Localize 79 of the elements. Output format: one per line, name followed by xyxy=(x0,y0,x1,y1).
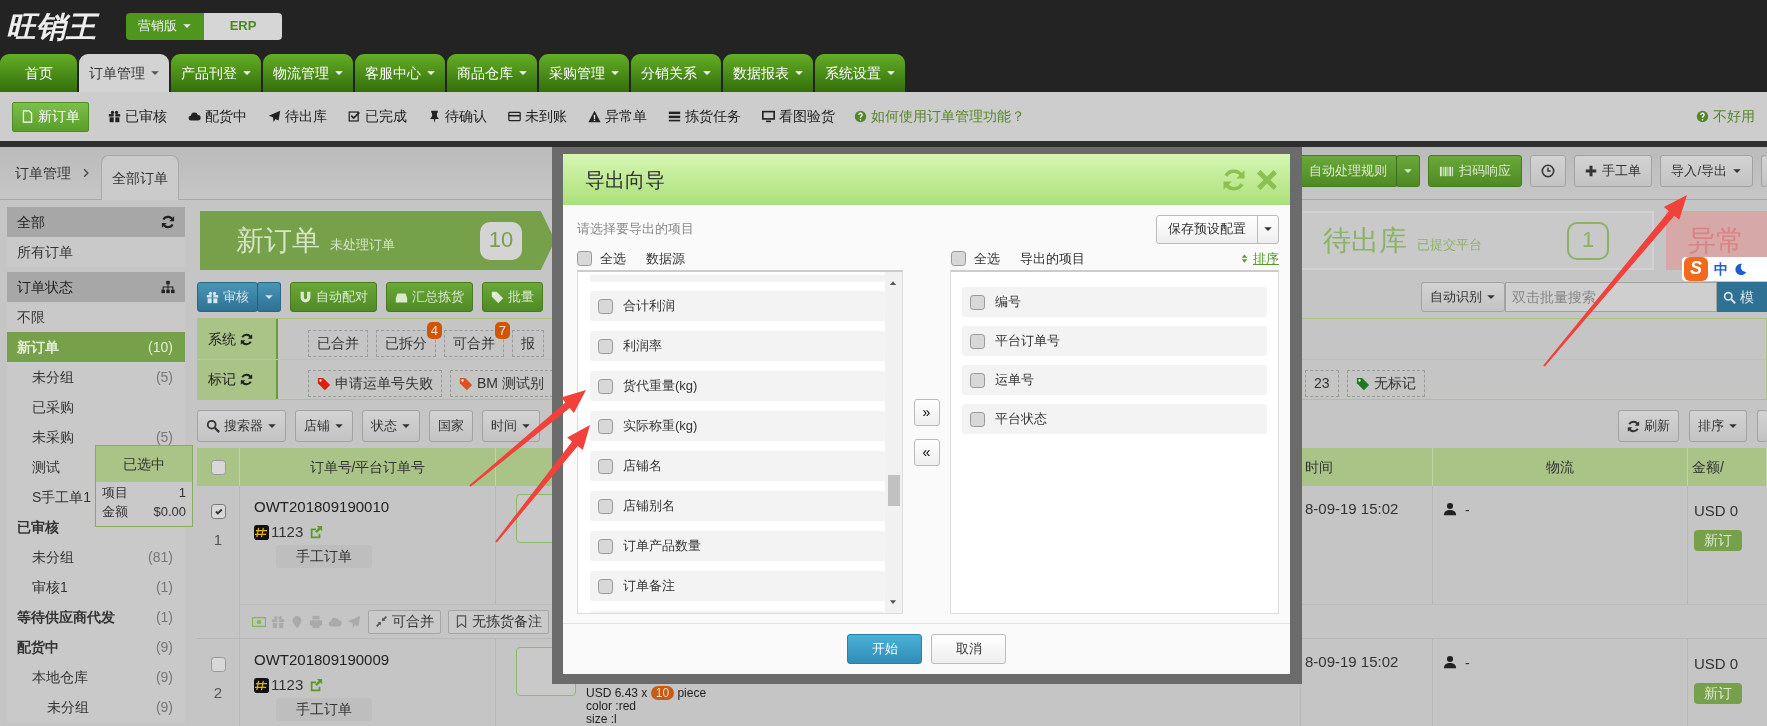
item-label: 店铺名 xyxy=(623,458,662,474)
item-label: 所有订单 xyxy=(17,243,73,261)
filter-name: 系统 xyxy=(208,330,236,348)
item-label: 未分组 xyxy=(32,368,74,386)
item-label: 不限 xyxy=(17,308,45,326)
count-badge: 4 xyxy=(426,321,442,340)
item-label: 未采购 xyxy=(32,428,74,446)
item-count: (1) xyxy=(155,578,173,596)
popup-title: 已选中 xyxy=(96,446,192,482)
item-count: (9) xyxy=(155,698,173,716)
item-label: 新订单 xyxy=(17,338,59,356)
order-number: OWT201809190010 xyxy=(254,498,391,516)
product-attribute: size :l xyxy=(586,713,618,726)
item-label: 合计利润 xyxy=(623,298,675,314)
dialog-hint: 请选择要导出的项目 xyxy=(577,221,694,237)
item-label: 货代重量(kg) xyxy=(623,378,698,394)
status-badge: 新订 xyxy=(1694,683,1742,704)
count-badge: 7 xyxy=(494,321,510,340)
table-cell: - xyxy=(1465,655,1470,672)
item-count: (5) xyxy=(155,368,173,386)
product-attribute: color :red xyxy=(586,700,638,713)
item-label: 已采购 xyxy=(32,398,74,416)
product-price: USD 6.43 x 10 piece xyxy=(586,687,707,700)
item-label: S手工单1 xyxy=(32,488,92,506)
amount-text: USD 0 xyxy=(1694,502,1740,520)
dialog-title: 导出向导 xyxy=(585,167,665,192)
order-number: OWT201809190009 xyxy=(254,651,391,669)
item-label: 编号 xyxy=(995,294,1022,310)
source-label: 手工订单 xyxy=(276,545,372,568)
item-label: 订单产品数量 xyxy=(623,538,701,554)
filter-name: 标记 xyxy=(208,371,236,388)
amount-text: USD 0 xyxy=(1694,655,1740,673)
status-badge: 新订 xyxy=(1694,530,1742,551)
item-label: 等待供应商代发 xyxy=(17,608,115,626)
status-subtitle: 未处理订单 xyxy=(330,236,395,253)
item-label: 配货中 xyxy=(17,638,59,656)
item-label: 实际称重(kg) xyxy=(623,418,698,434)
source-label: 手工订单 xyxy=(276,698,372,721)
popup-label: 项目 xyxy=(102,485,128,501)
logo: 旺销王 xyxy=(6,9,114,45)
list-title: 数据源 xyxy=(646,250,685,267)
column-header: 物流 xyxy=(1433,448,1688,486)
status-count: 1 xyxy=(1567,221,1609,260)
status-title: 新订单 xyxy=(236,223,320,258)
item-label: 订单备注 xyxy=(623,578,675,594)
status-count: 10 xyxy=(480,221,522,260)
item-count: (81) xyxy=(148,548,173,566)
column-header: 金额/ xyxy=(1688,448,1767,486)
row-number: 2 xyxy=(213,684,223,702)
ime-logo: S xyxy=(1684,257,1708,281)
item-label: 平台订单号 xyxy=(995,333,1061,349)
item-count: (9) xyxy=(155,638,173,656)
item-label: 已审核 xyxy=(17,518,59,536)
list-title: 导出的项目 xyxy=(1020,250,1085,267)
item-count: (10) xyxy=(148,338,173,356)
item-label: 未分组 xyxy=(47,698,89,716)
quantity-badge: 10 xyxy=(650,686,675,700)
item-label: 测试 xyxy=(32,458,60,476)
popup-value: 1 xyxy=(178,485,186,501)
status-subtitle: 已提交平台 xyxy=(1417,236,1482,253)
item-count: (5) xyxy=(155,428,173,446)
platform-order-number: 1123 xyxy=(271,676,304,694)
table-cell: - xyxy=(1465,502,1470,519)
item-label: 平台状态 xyxy=(995,411,1048,427)
item-label: 未分组 xyxy=(32,548,74,566)
item-label: 运单号 xyxy=(995,372,1035,388)
row-number: 1 xyxy=(213,531,223,549)
item-label: 本地仓库 xyxy=(32,668,88,686)
platform-order-number: 1123 xyxy=(271,523,304,541)
select-all-label: 全选 xyxy=(600,250,626,267)
select-all-label: 全选 xyxy=(974,250,1000,267)
item-label: 店铺别名 xyxy=(623,498,675,514)
item-label: 审核1 xyxy=(32,578,68,596)
section-title: 全部 xyxy=(17,213,45,231)
item-label: 利润率 xyxy=(623,338,662,354)
status-title: 待出库 xyxy=(1323,223,1407,258)
item-count: (1) xyxy=(155,608,173,626)
section-title: 订单状态 xyxy=(17,278,73,296)
item-count: (9) xyxy=(155,668,173,686)
